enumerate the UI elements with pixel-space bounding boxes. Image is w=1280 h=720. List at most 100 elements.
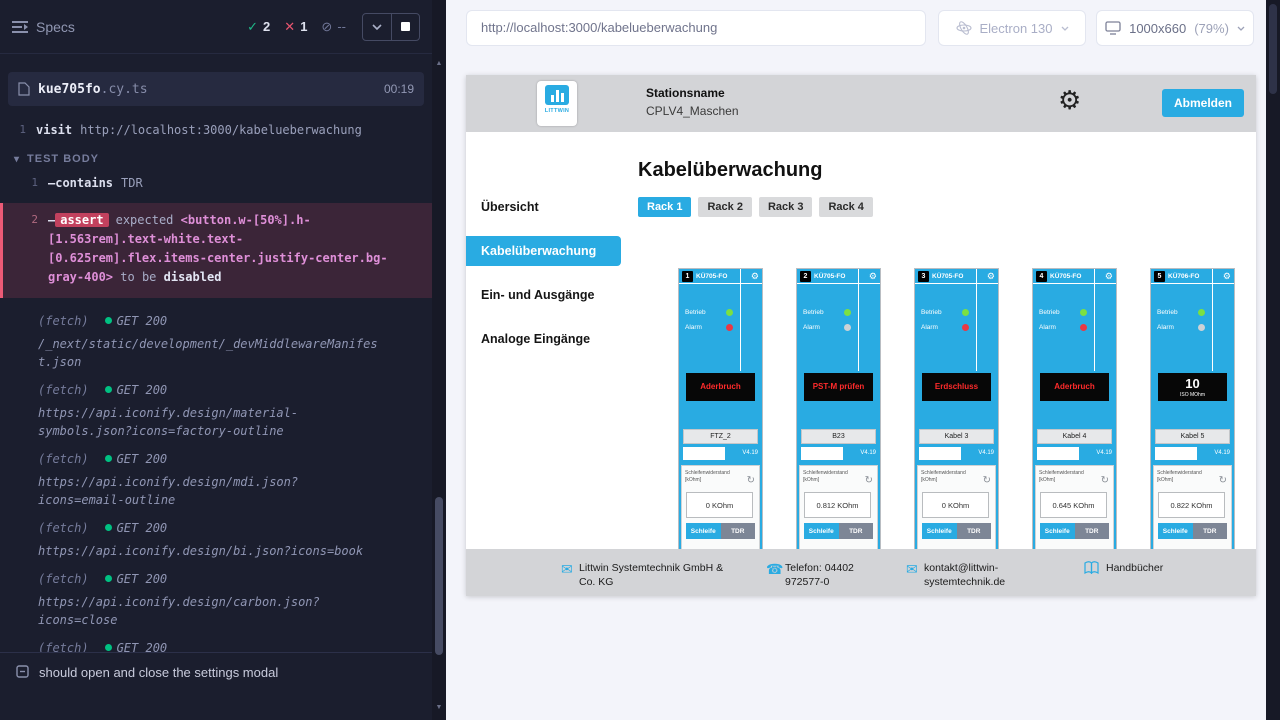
success-dot-icon: [105, 644, 112, 651]
status-text: Aderbruch: [700, 382, 740, 391]
url-input[interactable]: http://localhost:3000/kabelueberwachung: [466, 10, 926, 46]
cable-name: B23: [801, 429, 876, 444]
scrollbar-thumb[interactable]: [435, 497, 443, 655]
failed-assert-row[interactable]: 2 –assertexpected <button.w-[50%].h-[1.5…: [0, 203, 432, 298]
card-header: 4KÜ705-FO⚙: [1033, 269, 1116, 284]
resistance-value: 0.645 KOhm: [1040, 492, 1107, 518]
device-model: KÜ706-FO: [1168, 273, 1199, 280]
browser-select[interactable]: Electron 130: [938, 10, 1086, 46]
status-text: PST-M prüfen: [813, 382, 865, 391]
resistance-value: 0.822 KOhm: [1158, 492, 1225, 518]
status-display: PST-M prüfen: [804, 373, 873, 401]
tdr-button[interactable]: TDR: [1075, 523, 1110, 539]
blank-field: [1037, 447, 1079, 460]
card-divider: [740, 269, 741, 371]
schleife-button[interactable]: Schleife: [1158, 523, 1193, 539]
nav-item-analoge-eingaenge[interactable]: Analoge Eingänge: [466, 324, 621, 354]
cable-name: FTZ_2: [683, 429, 758, 444]
status-text: 10: [1185, 376, 1199, 391]
status-text: Erdschluss: [935, 382, 978, 391]
app-sidebar-nav: Übersicht Kabelüberwachung Ein- und Ausg…: [466, 132, 621, 549]
littwin-logo-text: LITTWIN: [545, 108, 569, 114]
reporter-header: Specs ✓2 ✕1 ⊘--: [0, 0, 432, 54]
tdr-button[interactable]: TDR: [839, 523, 874, 539]
nav-item-label: Analoge Eingänge: [481, 332, 590, 346]
tdr-button[interactable]: TDR: [957, 523, 992, 539]
nav-item-uebersicht[interactable]: Übersicht: [466, 192, 621, 222]
logout-button[interactable]: Abmelden: [1162, 89, 1244, 117]
betrieb-led: [1198, 309, 1205, 316]
suite-header[interactable]: ▾TEST BODY: [0, 143, 432, 171]
alarm-led: [1198, 324, 1205, 331]
tab-rack-2[interactable]: Rack 2: [698, 197, 751, 217]
failed-count: 1: [300, 19, 307, 34]
book-icon: [1084, 561, 1099, 576]
device-gear-icon[interactable]: ⚙: [1105, 272, 1113, 281]
measurement-panel: Schleifenwiderstand [kOhm] ↻ 0.822 KOhm …: [1153, 465, 1232, 559]
spec-file-icon: [18, 82, 30, 96]
collapse-tests-button[interactable]: [363, 14, 391, 40]
fetch-label: (fetch): [38, 383, 89, 397]
betrieb-row: Betrieb: [921, 309, 969, 316]
station-value: CPLV4_Maschen: [646, 104, 739, 118]
measurement-label: Schleifenwiderstand [kOhm]: [1157, 470, 1215, 483]
refresh-icon[interactable]: ↻: [1219, 476, 1227, 486]
device-gear-icon[interactable]: ⚙: [869, 272, 877, 281]
device-number-badge: 4: [1036, 271, 1047, 282]
contact-email[interactable]: kontakt@littwin-systemtechnik.de: [924, 561, 1039, 589]
assert-badge: assert: [55, 213, 108, 227]
alarm-label: Alarm: [1157, 324, 1174, 331]
device-number-badge: 2: [800, 271, 811, 282]
tab-rack-4[interactable]: Rack 4: [819, 197, 872, 217]
refresh-icon[interactable]: ↻: [865, 476, 873, 486]
settings-gear-icon[interactable]: ⚙: [1058, 87, 1081, 113]
electron-icon: [956, 20, 972, 36]
measurement-panel: Schleifenwiderstand [kOhm] ↻ 0 KOhm Schl…: [681, 465, 760, 559]
device-gear-icon[interactable]: ⚙: [1223, 272, 1231, 281]
device-gear-icon[interactable]: ⚙: [987, 272, 995, 281]
stop-button[interactable]: [391, 14, 419, 40]
specs-label[interactable]: Specs: [36, 19, 75, 35]
device-number-badge: 5: [1154, 271, 1165, 282]
nav-item-ein-und-ausgaenge[interactable]: Ein- und Ausgänge: [466, 280, 621, 310]
monitor-icon: [1105, 21, 1121, 35]
alarm-row: Alarm: [685, 324, 733, 331]
manuals-link[interactable]: Handbücher: [1106, 561, 1163, 575]
refresh-icon[interactable]: ↻: [1101, 476, 1109, 486]
firmware-version: V4.19: [1214, 450, 1230, 456]
fetch-label: (fetch): [38, 452, 89, 466]
viewport-select[interactable]: 1000x660 (79%): [1096, 10, 1254, 46]
fetch-label: (fetch): [38, 314, 89, 328]
blank-field: [919, 447, 961, 460]
device-model: KÜ705-FO: [932, 273, 963, 280]
card-divider: [1212, 269, 1213, 371]
next-test-row[interactable]: should open and close the settings modal: [0, 652, 432, 720]
visit-command-row[interactable]: 1 visithttp://localhost:3000/kabelueberw…: [0, 118, 432, 143]
refresh-icon[interactable]: ↻: [747, 476, 755, 486]
schleife-button[interactable]: Schleife: [804, 523, 839, 539]
tab-rack-3[interactable]: Rack 3: [759, 197, 812, 217]
betrieb-led: [726, 309, 733, 316]
contains-command-row[interactable]: 1 –containsTDR: [0, 171, 432, 196]
device-model: KÜ705-FO: [814, 273, 845, 280]
specs-menu-icon[interactable]: [12, 20, 28, 34]
alarm-led: [1080, 324, 1087, 331]
alarm-led: [962, 324, 969, 331]
scroll-up-icon[interactable]: ▲: [432, 60, 446, 67]
refresh-icon[interactable]: ↻: [983, 476, 991, 486]
alarm-label: Alarm: [921, 324, 938, 331]
phone-number: Telefon: 04402 972577-0: [785, 561, 885, 589]
tab-rack-1[interactable]: Rack 1: [638, 197, 691, 217]
scroll-down-icon[interactable]: ▼: [432, 704, 446, 711]
schleife-button[interactable]: Schleife: [1040, 523, 1075, 539]
tdr-button[interactable]: TDR: [721, 523, 756, 539]
schleife-button[interactable]: Schleife: [922, 523, 957, 539]
schleife-button[interactable]: Schleife: [686, 523, 721, 539]
nav-item-kabelueberwachung[interactable]: Kabelüberwachung: [466, 236, 621, 266]
card-divider: [858, 269, 859, 371]
device-gear-icon[interactable]: ⚙: [751, 272, 759, 281]
device-model: KÜ705-FO: [696, 273, 727, 280]
spec-file-row[interactable]: kue705fo.cy.ts 00:19: [8, 72, 424, 106]
tdr-button[interactable]: TDR: [1193, 523, 1228, 539]
scrollbar-thumb[interactable]: [1269, 4, 1277, 94]
